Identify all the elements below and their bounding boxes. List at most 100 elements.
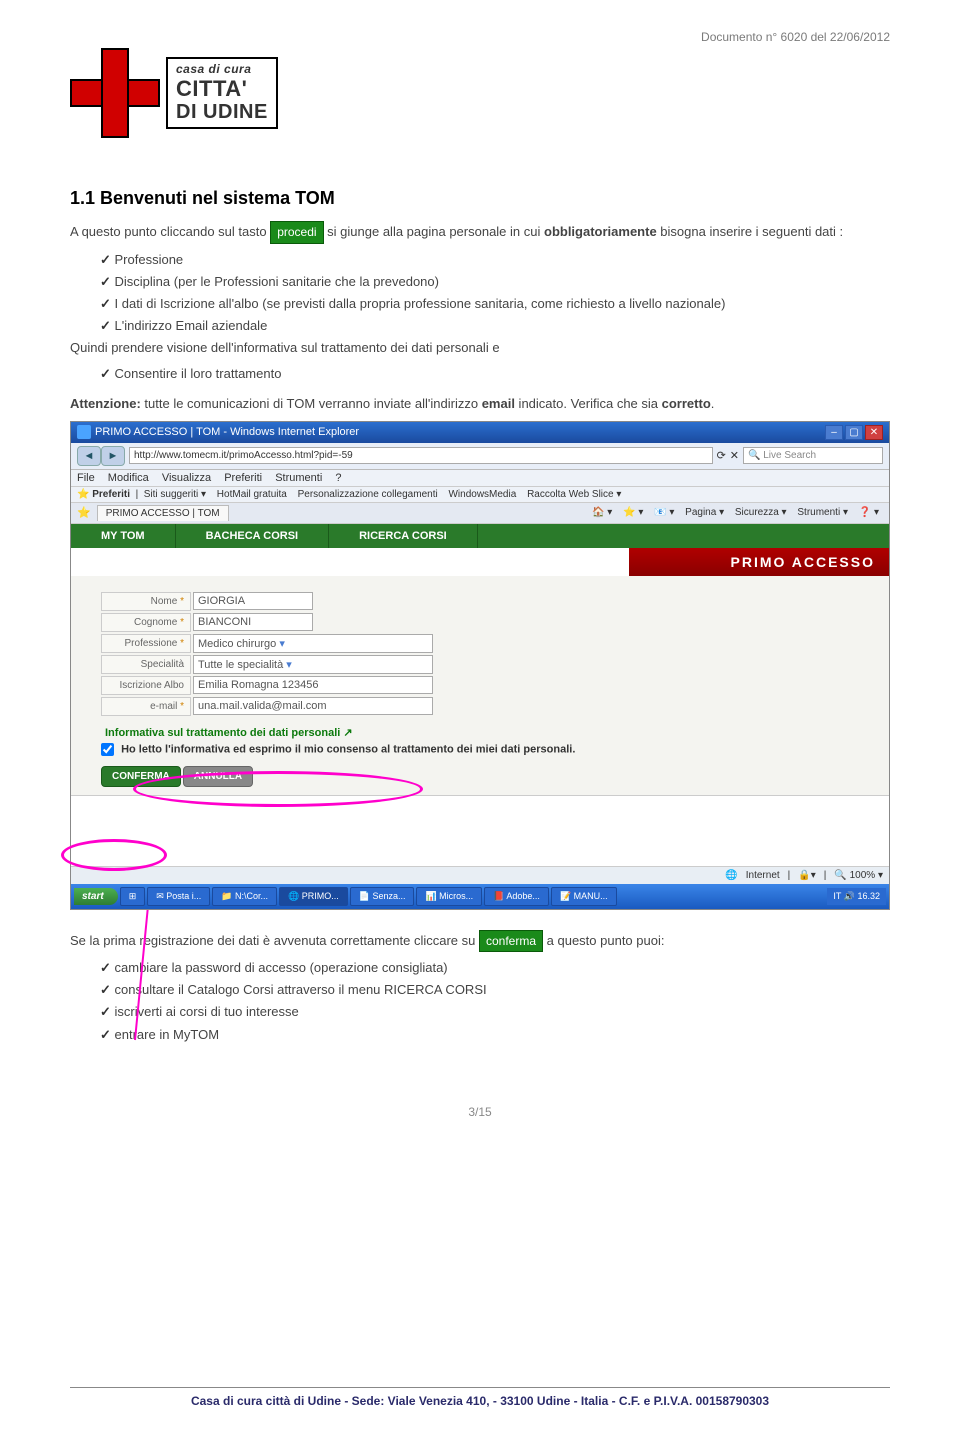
fav-item[interactable]: Raccolta Web Slice ▾ (527, 489, 621, 500)
address-bar: ◄ ► http://www.tomecm.it/primoAccesso.ht… (71, 443, 889, 470)
fav-item[interactable]: WindowsMedia (448, 489, 516, 500)
list-item: consultare il Catalogo Corsi attraverso … (100, 980, 890, 1000)
list-item: I dati di Iscrizione all'albo (se previs… (100, 294, 890, 314)
tools-menu[interactable]: Strumenti ▾ (797, 507, 848, 518)
tab-ricerca[interactable]: RICERCA CORSI (329, 524, 478, 548)
fav-item[interactable]: HotMail gratuita (217, 489, 287, 500)
system-tray[interactable]: IT 🔊 16.32 (827, 888, 886, 905)
task-item[interactable]: 📄 Senza... (350, 887, 415, 906)
forward-button[interactable]: ► (101, 446, 125, 466)
menu-tools[interactable]: Strumenti (275, 472, 322, 484)
procedi-inline-button: procedi (270, 221, 323, 244)
task-item[interactable]: ⊞ (120, 887, 146, 906)
browser-window: PRIMO ACCESSO | TOM - Windows Internet E… (70, 421, 890, 910)
list-item: cambiare la password di accesso (operazi… (100, 958, 890, 978)
document-meta: Documento n° 6020 del 22/06/2012 (70, 30, 890, 44)
fav-item[interactable]: Siti suggeriti ▾ (144, 489, 206, 500)
favorites-bar: ⭐ Preferiti | Siti suggeriti ▾ HotMail g… (71, 487, 889, 503)
ie-fav-icon[interactable]: ⭐ (77, 506, 91, 519)
refresh-button[interactable]: ⟳ (717, 449, 726, 462)
task-item[interactable]: 📁 N:\Cor... (212, 887, 277, 906)
professione-select[interactable]: Medico chirurgo (193, 634, 433, 653)
email-label: e-mail (101, 697, 191, 716)
primo-accesso-banner: PRIMO ACCESSO (629, 548, 889, 576)
back-button[interactable]: ◄ (77, 446, 101, 466)
close-button[interactable]: ✕ (865, 425, 883, 440)
cognome-label: Cognome (101, 613, 191, 632)
zone-icon: 🌐 (725, 870, 737, 881)
specialita-select[interactable]: Tutte le specialità (193, 655, 433, 674)
help-button[interactable]: ❓ ▾ (859, 507, 879, 518)
search-input[interactable]: 🔍 Live Search (743, 447, 883, 464)
tom-nav: MY TOM BACHECA CORSI RICERCA CORSI (71, 524, 889, 548)
url-input[interactable]: http://www.tomecm.it/primoAccesso.html?p… (129, 447, 713, 464)
ie-icon (77, 425, 91, 439)
required-data-list: Professione Disciplina (per le Professio… (70, 250, 890, 337)
maximize-button[interactable]: ▢ (845, 425, 863, 440)
list-item: iscriverti ai corsi di tuo interesse (100, 1002, 890, 1022)
registration-form: Nome GIORGIA Cognome BIANCONI Profession… (71, 576, 889, 796)
task-item[interactable]: 📊 Micros... (416, 887, 482, 906)
attenzione-block: Attenzione: tutte le comunicazioni di TO… (70, 394, 890, 414)
page-number: 3/15 (70, 1105, 890, 1119)
page-footer: Casa di cura città di Udine - Sede: Vial… (70, 1387, 890, 1408)
task-item[interactable]: 📕 Adobe... (484, 887, 549, 906)
professione-label: Professione (101, 634, 191, 653)
tab-bacheca[interactable]: BACHECA CORSI (176, 524, 330, 548)
protected-mode-icon: 🔒▾ (798, 870, 815, 881)
list-item: L'indirizzo Email aziendale (100, 316, 890, 336)
feed-button[interactable]: ⭐ ▾ (623, 507, 643, 518)
nome-label: Nome (101, 592, 191, 611)
menu-bar: File Modifica Visualizza Preferiti Strum… (71, 470, 889, 487)
security-menu[interactable]: Sicurezza ▾ (735, 507, 787, 518)
fav-item[interactable]: Personalizzazione collegamenti (298, 489, 438, 500)
menu-favorites[interactable]: Preferiti (224, 472, 262, 484)
home-button[interactable]: 🏠 ▾ (592, 507, 612, 518)
email-field[interactable]: una.mail.valida@mail.com (193, 697, 433, 715)
list-item: entrare in MyTOM (100, 1025, 890, 1045)
cognome-field[interactable]: BIANCONI (193, 613, 313, 631)
tab-mytom[interactable]: MY TOM (71, 524, 176, 548)
minimize-button[interactable]: – (825, 425, 843, 440)
page-menu[interactable]: Pagina ▾ (685, 507, 724, 518)
conferma-button[interactable]: CONFERMA (101, 766, 181, 787)
menu-view[interactable]: Visualizza (162, 472, 211, 484)
stop-button[interactable]: ✕ (730, 449, 739, 462)
nome-field[interactable]: GIORGIA (193, 592, 313, 610)
window-titlebar: PRIMO ACCESSO | TOM - Windows Internet E… (71, 422, 889, 443)
menu-help[interactable]: ? (335, 472, 341, 484)
list-item: Disciplina (per le Professioni sanitarie… (100, 272, 890, 292)
menu-edit[interactable]: Modifica (108, 472, 149, 484)
list-item: Professione (100, 250, 890, 270)
task-item[interactable]: 🌐 PRIMO... (279, 887, 348, 906)
zone-label: Internet (746, 870, 780, 881)
window-title: PRIMO ACCESSO | TOM - Windows Internet E… (95, 426, 359, 438)
logo-text: casa di cura CITTA' DI UDINE (166, 57, 278, 128)
consent-checkbox-row: Ho letto l'informativa ed esprimo il mio… (101, 743, 881, 756)
zoom-label[interactable]: 🔍 100% ▾ (834, 870, 883, 881)
task-item[interactable]: 📝 MANU... (551, 887, 617, 906)
ie-tab[interactable]: PRIMO ACCESSO | TOM (97, 505, 229, 521)
windows-taskbar: start ⊞ ✉ Posta i... 📁 N:\Cor... 🌐 PRIMO… (71, 884, 889, 909)
conferma-inline-button: conferma (479, 930, 543, 953)
albo-label: Iscrizione Albo (101, 676, 191, 695)
section-heading: 1.1 Benvenuti nel sistema TOM (70, 188, 890, 209)
post-actions-list: cambiare la password di accesso (operazi… (70, 958, 890, 1045)
consent-checkbox[interactable] (101, 743, 114, 756)
ie-tab-bar: ⭐ PRIMO ACCESSO | TOM 🏠 ▾ ⭐ ▾ 📧 ▾ Pagina… (71, 503, 889, 524)
mail-button[interactable]: 📧 ▾ (654, 507, 674, 518)
task-item[interactable]: ✉ Posta i... (147, 887, 210, 906)
annulla-button[interactable]: ANNULLA (183, 766, 253, 787)
status-bar: 🌐 Internet | 🔒▾ | 🔍 100% ▾ (71, 866, 889, 884)
ie-toolbar: 🏠 ▾ ⭐ ▾ 📧 ▾ Pagina ▾ Sicurezza ▾ Strumen… (588, 507, 883, 518)
intro-paragraph: A questo punto cliccando sul tasto proce… (70, 221, 890, 415)
logo: casa di cura CITTA' DI UDINE (70, 48, 890, 138)
consent-list: Consentire il loro trattamento (70, 364, 890, 384)
tail-paragraph: Se la prima registrazione dei dati è avv… (70, 930, 890, 1045)
albo-field[interactable]: Emilia Romagna 123456 (193, 676, 433, 694)
plus-icon (70, 48, 160, 138)
menu-file[interactable]: File (77, 472, 95, 484)
informativa-link[interactable]: Informativa sul trattamento dei dati per… (105, 726, 881, 739)
list-item: Consentire il loro trattamento (100, 364, 890, 384)
start-button[interactable]: start (74, 888, 118, 905)
